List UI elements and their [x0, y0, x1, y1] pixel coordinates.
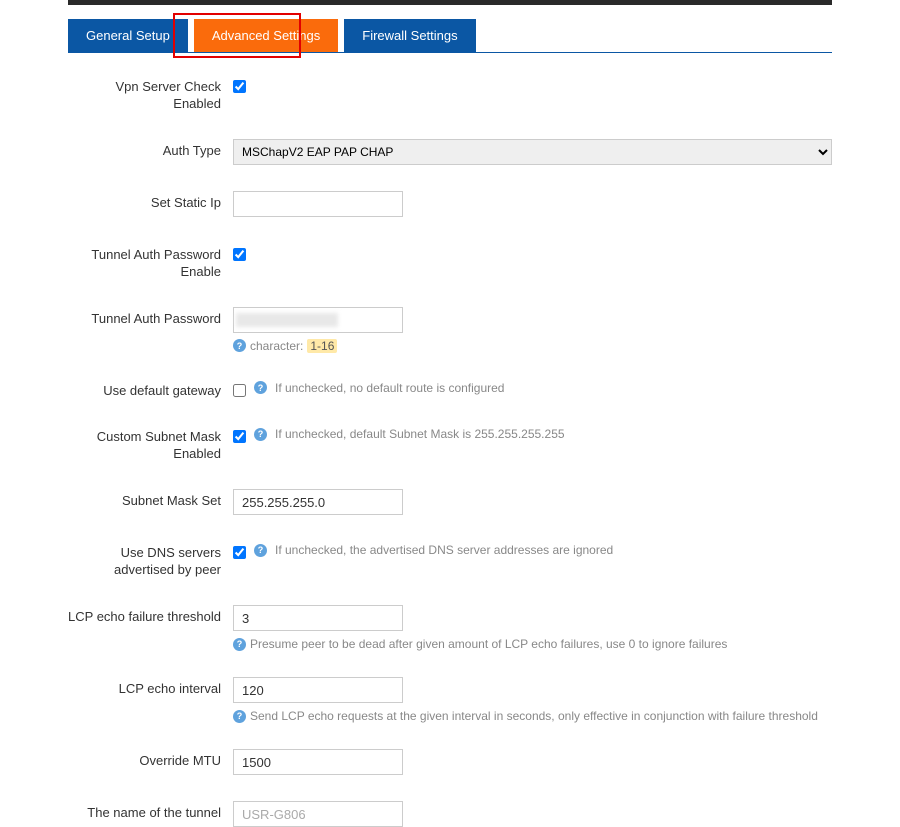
- label-tunnel-pw-enable: Tunnel Auth Password Enable: [68, 243, 233, 281]
- label-mtu: Override MTU: [68, 749, 233, 770]
- hint-default-gw: If unchecked, no default route is config…: [275, 381, 504, 395]
- label-auth-type: Auth Type: [68, 139, 233, 160]
- checkbox-subnet-enabled[interactable]: [233, 430, 246, 443]
- checkbox-default-gw[interactable]: [233, 384, 246, 397]
- label-subnet-enabled: Custom Subnet Mask Enabled: [68, 425, 233, 463]
- input-static-ip[interactable]: [233, 191, 403, 217]
- tab-firewall-settings[interactable]: Firewall Settings: [344, 19, 475, 52]
- checkbox-tunnel-pw-enable[interactable]: [233, 248, 246, 261]
- input-lcp-interval[interactable]: [233, 677, 403, 703]
- label-tunnel-name: The name of the tunnel: [68, 801, 233, 822]
- hint-tunnel-pw-prefix: character:: [250, 339, 303, 353]
- hint-subnet-enabled: If unchecked, default Subnet Mask is 255…: [275, 427, 565, 441]
- label-default-gw: Use default gateway: [68, 379, 233, 400]
- tab-bar: General Setup Advanced Settings Firewall…: [68, 19, 832, 53]
- info-icon: ?: [254, 544, 267, 557]
- label-lcp-interval: LCP echo interval: [68, 677, 233, 698]
- input-tunnel-pw[interactable]: [236, 313, 338, 327]
- label-lcp-fail: LCP echo failure threshold: [68, 605, 233, 626]
- hint-dns-peer: If unchecked, the advertised DNS server …: [275, 543, 613, 557]
- info-icon: ?: [233, 339, 246, 352]
- info-icon: ?: [233, 638, 246, 651]
- checkbox-vpn-check[interactable]: [233, 80, 246, 93]
- info-icon: ?: [254, 381, 267, 394]
- checkbox-dns-peer[interactable]: [233, 546, 246, 559]
- hint-lcp-interval: Send LCP echo requests at the given inte…: [250, 709, 818, 723]
- input-mtu[interactable]: [233, 749, 403, 775]
- info-icon: ?: [233, 710, 246, 723]
- tab-advanced-settings[interactable]: Advanced Settings: [194, 19, 338, 52]
- input-subnet-set[interactable]: [233, 489, 403, 515]
- label-dns-peer: Use DNS servers advertised by peer: [68, 541, 233, 579]
- hint-lcp-fail: Presume peer to be dead after given amou…: [250, 637, 727, 651]
- label-tunnel-pw: Tunnel Auth Password: [68, 307, 233, 328]
- select-auth-type[interactable]: MSChapV2 EAP PAP CHAP: [233, 139, 832, 165]
- label-subnet-set: Subnet Mask Set: [68, 489, 233, 510]
- settings-form: Vpn Server Check Enabled Auth Type MSCha…: [68, 75, 832, 827]
- input-tunnel-name[interactable]: [233, 801, 403, 827]
- input-lcp-fail[interactable]: [233, 605, 403, 631]
- hint-tunnel-pw-range: 1-16: [307, 339, 337, 353]
- info-icon: ?: [254, 428, 267, 441]
- tab-general-setup[interactable]: General Setup: [68, 19, 188, 52]
- label-static-ip: Set Static Ip: [68, 191, 233, 212]
- window-titlebar: [68, 0, 832, 5]
- label-vpn-check: Vpn Server Check Enabled: [68, 75, 233, 113]
